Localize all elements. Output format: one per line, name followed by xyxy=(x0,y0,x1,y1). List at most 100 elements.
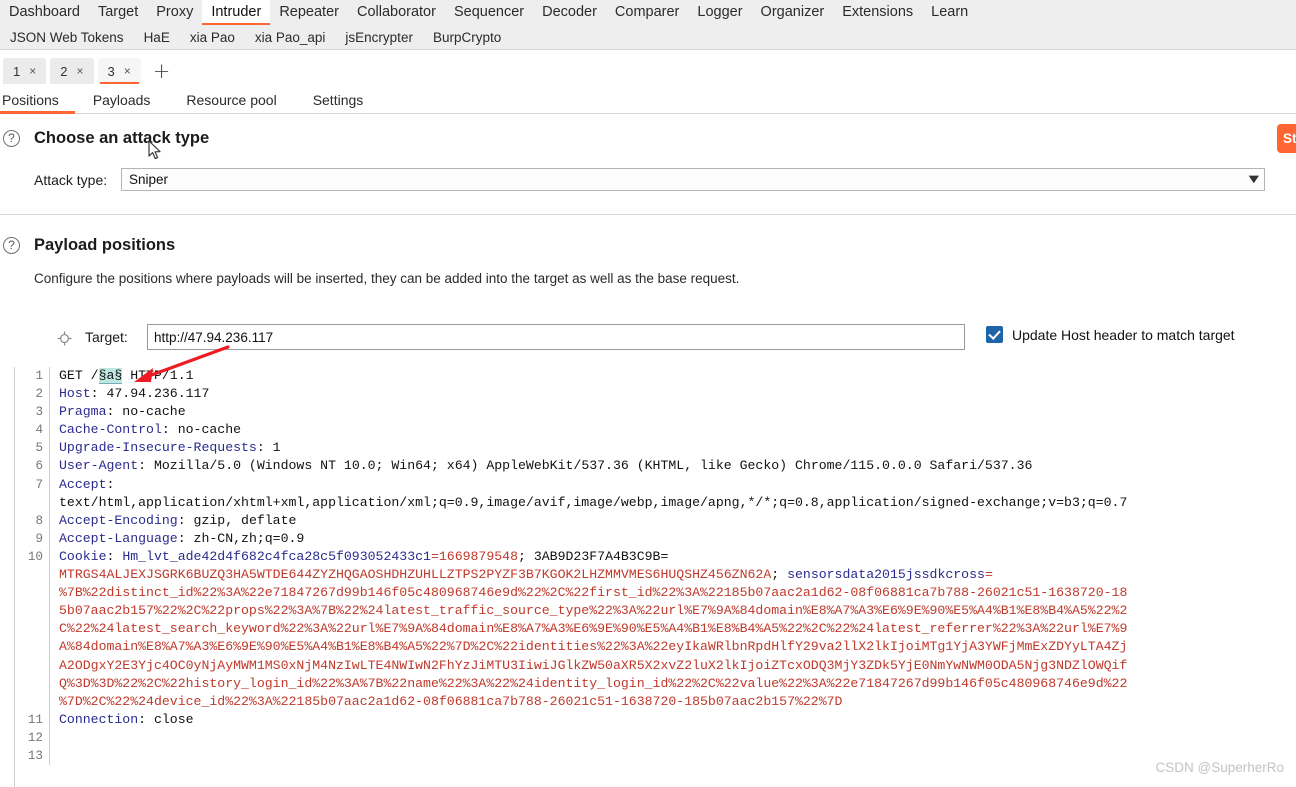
extension-tab-xia-pao[interactable]: xia Pao xyxy=(180,25,245,50)
request-line[interactable]: 2 Host: 47.94.236.117 xyxy=(15,385,1127,404)
main-tab-learn[interactable]: Learn xyxy=(922,0,977,25)
sub-tab-positions[interactable]: Positions xyxy=(0,87,75,114)
request-line[interactable]: 5b07aac2b157%22%2C%22props%22%3A%7B%22%2… xyxy=(15,602,1127,621)
request-line-content[interactable]: %7D%2C%22%24device_id%22%3A%22185b07aac2… xyxy=(49,692,1127,711)
request-line[interactable]: 8 Accept-Encoding: gzip, deflate xyxy=(15,511,1127,530)
request-line-content[interactable]: text/html,application/xhtml+xml,applicat… xyxy=(49,493,1128,512)
main-tab-sequencer[interactable]: Sequencer xyxy=(445,0,533,25)
request-token: GET / xyxy=(59,368,99,383)
request-line[interactable]: Q%3D%3D%22%2C%22history_login_id%22%3A%7… xyxy=(15,674,1127,693)
extension-tab-hae[interactable]: HaE xyxy=(134,25,180,50)
extension-tab-json-web-tokens[interactable]: JSON Web Tokens xyxy=(0,25,134,50)
request-line-content[interactable]: Accept: xyxy=(49,475,1127,494)
request-line-content[interactable]: MTRGS4ALJEXJSGRK6BUZQ3HA5WTDE644ZYZHQGAO… xyxy=(49,566,1127,585)
request-line-content[interactable]: Accept-Language: zh-CN,zh;q=0.9 xyxy=(49,529,1127,548)
request-token: A%84domain%E8%A7%A3%E6%9E%90%E5%A4%B1%E8… xyxy=(59,639,1128,655)
start-attack-button[interactable]: Start attack xyxy=(1277,124,1296,153)
request-token: : Mozilla/5.0 (Windows NT 10.0; Win64; x… xyxy=(138,458,1033,474)
request-line[interactable]: MTRGS4ALJEXJSGRK6BUZQ3HA5WTDE644ZYZHQGAO… xyxy=(15,566,1127,585)
request-line[interactable]: 10 Cookie: Hm_lvt_ade42d4f682c4fca28c5f09… xyxy=(15,547,1127,567)
request-line[interactable]: %7B%22distinct_id%22%3A%22e71847267d99b1… xyxy=(15,584,1127,603)
request-line[interactable]: 6 User-Agent: Mozilla/5.0 (Windows NT 10.… xyxy=(15,457,1127,476)
request-token: User-Agent xyxy=(59,458,139,474)
extension-tab-burpcrypto[interactable]: BurpCrypto xyxy=(423,25,511,50)
line-number: 6 xyxy=(35,459,43,474)
close-icon[interactable]: × xyxy=(124,65,131,77)
attack-tab-label: 3 xyxy=(107,63,115,79)
main-tab-logger[interactable]: Logger xyxy=(688,0,751,25)
request-line-content[interactable]: Cookie: Hm_lvt_ade42d4f682c4fca28c5f0930… xyxy=(49,547,1127,567)
request-line-content[interactable]: 5b07aac2b157%22%2C%22props%22%3A%7B%22%2… xyxy=(49,602,1127,621)
request-line-content[interactable]: %7B%22distinct_id%22%3A%22e71847267d99b1… xyxy=(49,584,1127,603)
request-line-content[interactable] xyxy=(49,746,1127,766)
request-token: : no-cache xyxy=(106,404,186,420)
request-line-content[interactable]: Cache-Control: no-cache xyxy=(49,421,1127,440)
attack-tab-3[interactable]: 3 × xyxy=(97,58,141,84)
sub-tab-payloads[interactable]: Payloads xyxy=(75,87,169,114)
request-line-content[interactable]: Host: 47.94.236.117 xyxy=(49,385,1127,404)
line-number: 8 xyxy=(35,513,43,528)
request-line[interactable]: 9 Accept-Language: zh-CN,zh;q=0.9 xyxy=(15,529,1127,548)
request-line-content[interactable]: C%22%24latest_search_keyword%22%3A%22url… xyxy=(49,620,1127,639)
add-attack-tab-button[interactable]: + xyxy=(153,61,171,82)
sub-tab-settings[interactable]: Settings xyxy=(295,87,382,114)
close-icon[interactable]: × xyxy=(76,65,83,77)
request-token: Connection xyxy=(59,711,139,727)
main-tab-proxy[interactable]: Proxy xyxy=(147,0,202,25)
request-line-content[interactable]: GET /§a§ HTTP/1.1 xyxy=(49,367,1127,386)
request-line[interactable]: A%84domain%E8%A7%A3%E6%9E%90%E5%A4%B1%E8… xyxy=(15,638,1128,657)
request-line-content[interactable]: Accept-Encoding: gzip, deflate xyxy=(49,511,1127,530)
attack-tab-2[interactable]: 2 × xyxy=(50,58,94,84)
sub-tab-resource-pool[interactable]: Resource pool xyxy=(168,87,294,114)
request-line-content[interactable] xyxy=(49,728,1127,747)
request-token: ; xyxy=(518,548,534,564)
update-host-header-checkbox[interactable]: Update Host header to match target xyxy=(986,326,1235,343)
close-icon[interactable]: × xyxy=(29,65,36,77)
request-token: : 1 xyxy=(256,440,281,456)
main-tab-organizer[interactable]: Organizer xyxy=(752,0,834,25)
request-line[interactable]: %7D%2C%22%24device_id%22%3A%22185b07aac2… xyxy=(15,692,1127,711)
help-icon[interactable]: ? xyxy=(3,130,20,147)
main-tab-decoder[interactable]: Decoder xyxy=(533,0,606,25)
request-line-content[interactable]: Upgrade-Insecure-Requests: 1 xyxy=(49,439,1127,458)
attack-type-select[interactable]: Sniper ▼ xyxy=(121,168,1265,191)
request-line[interactable]: 1 GET /§a§ HTTP/1.1 xyxy=(15,367,1127,386)
attack-tab-1[interactable]: 1 × xyxy=(3,58,47,84)
line-number: 3 xyxy=(35,405,43,420)
help-icon-positions[interactable]: ? xyxy=(3,237,20,254)
request-token: : zh-CN,zh;q=0.9 xyxy=(177,530,305,546)
request-editor[interactable]: 1 GET /§a§ HTTP/1.1 2 Host: 47.94.236.117 3 P… xyxy=(15,367,1296,787)
checkbox-checked-icon[interactable] xyxy=(986,326,1003,343)
request-line[interactable]: 3 Pragma: no-cache xyxy=(15,403,1127,422)
request-line[interactable]: 5 Upgrade-Insecure-Requests: 1 xyxy=(15,439,1127,458)
main-tab-intruder[interactable]: Intruder xyxy=(202,0,271,25)
request-line-content[interactable]: Q%3D%3D%22%2C%22history_login_id%22%3A%7… xyxy=(49,674,1127,693)
request-line[interactable]: 13 xyxy=(15,746,1127,766)
request-line[interactable]: 11 Connection: close xyxy=(15,710,1127,729)
request-token: text/html,application/xhtml+xml,applicat… xyxy=(59,494,1128,510)
request-line[interactable]: text/html,application/xhtml+xml,applicat… xyxy=(15,493,1128,512)
request-line-content[interactable]: Connection: close xyxy=(49,710,1127,729)
request-line-content[interactable]: A%84domain%E8%A7%A3%E6%9E%90%E5%A4%B1%E8… xyxy=(49,638,1128,657)
main-tab-dashboard[interactable]: Dashboard xyxy=(0,0,89,25)
request-line[interactable]: C%22%24latest_search_keyword%22%3A%22url… xyxy=(15,620,1127,639)
main-tab-comparer[interactable]: Comparer xyxy=(606,0,688,25)
request-line-content[interactable]: User-Agent: Mozilla/5.0 (Windows NT 10.0… xyxy=(49,457,1127,476)
main-tab-collaborator[interactable]: Collaborator xyxy=(348,0,445,25)
request-line-content[interactable]: Pragma: no-cache xyxy=(49,403,1127,422)
intruder-sub-tab-bar: Positions Payloads Resource pool Settings xyxy=(0,87,1296,114)
request-token: = xyxy=(660,548,669,564)
extension-tab-xia-pao-api[interactable]: xia Pao_api xyxy=(245,25,336,50)
main-tab-repeater[interactable]: Repeater xyxy=(270,0,348,25)
extension-tab-jsencrypter[interactable]: jsEncrypter xyxy=(335,25,423,50)
request-line[interactable]: 7 Accept: xyxy=(15,475,1127,494)
main-tab-extensions[interactable]: Extensions xyxy=(833,0,922,25)
request-line[interactable]: A2ODgxY2E3Yjc4OC0yNjAyMWM1MS0xNjM4NzIwLT… xyxy=(15,656,1128,675)
target-input[interactable] xyxy=(147,324,965,350)
request-line-content[interactable]: A2ODgxY2E3Yjc4OC0yNjAyMWM1MS0xNjM4NzIwLT… xyxy=(49,656,1128,675)
main-tab-target[interactable]: Target xyxy=(89,0,147,25)
request-line[interactable]: 4 Cache-Control: no-cache xyxy=(15,421,1127,440)
request-token: MTRGS4ALJEXJSGRK6BUZQ3HA5WTDE644ZYZHQGAO… xyxy=(59,567,772,583)
request-line[interactable]: 12 xyxy=(15,728,1127,747)
request-token: A2ODgxY2E3Yjc4OC0yNjAyMWM1MS0xNjM4NzIwLT… xyxy=(59,657,1128,673)
